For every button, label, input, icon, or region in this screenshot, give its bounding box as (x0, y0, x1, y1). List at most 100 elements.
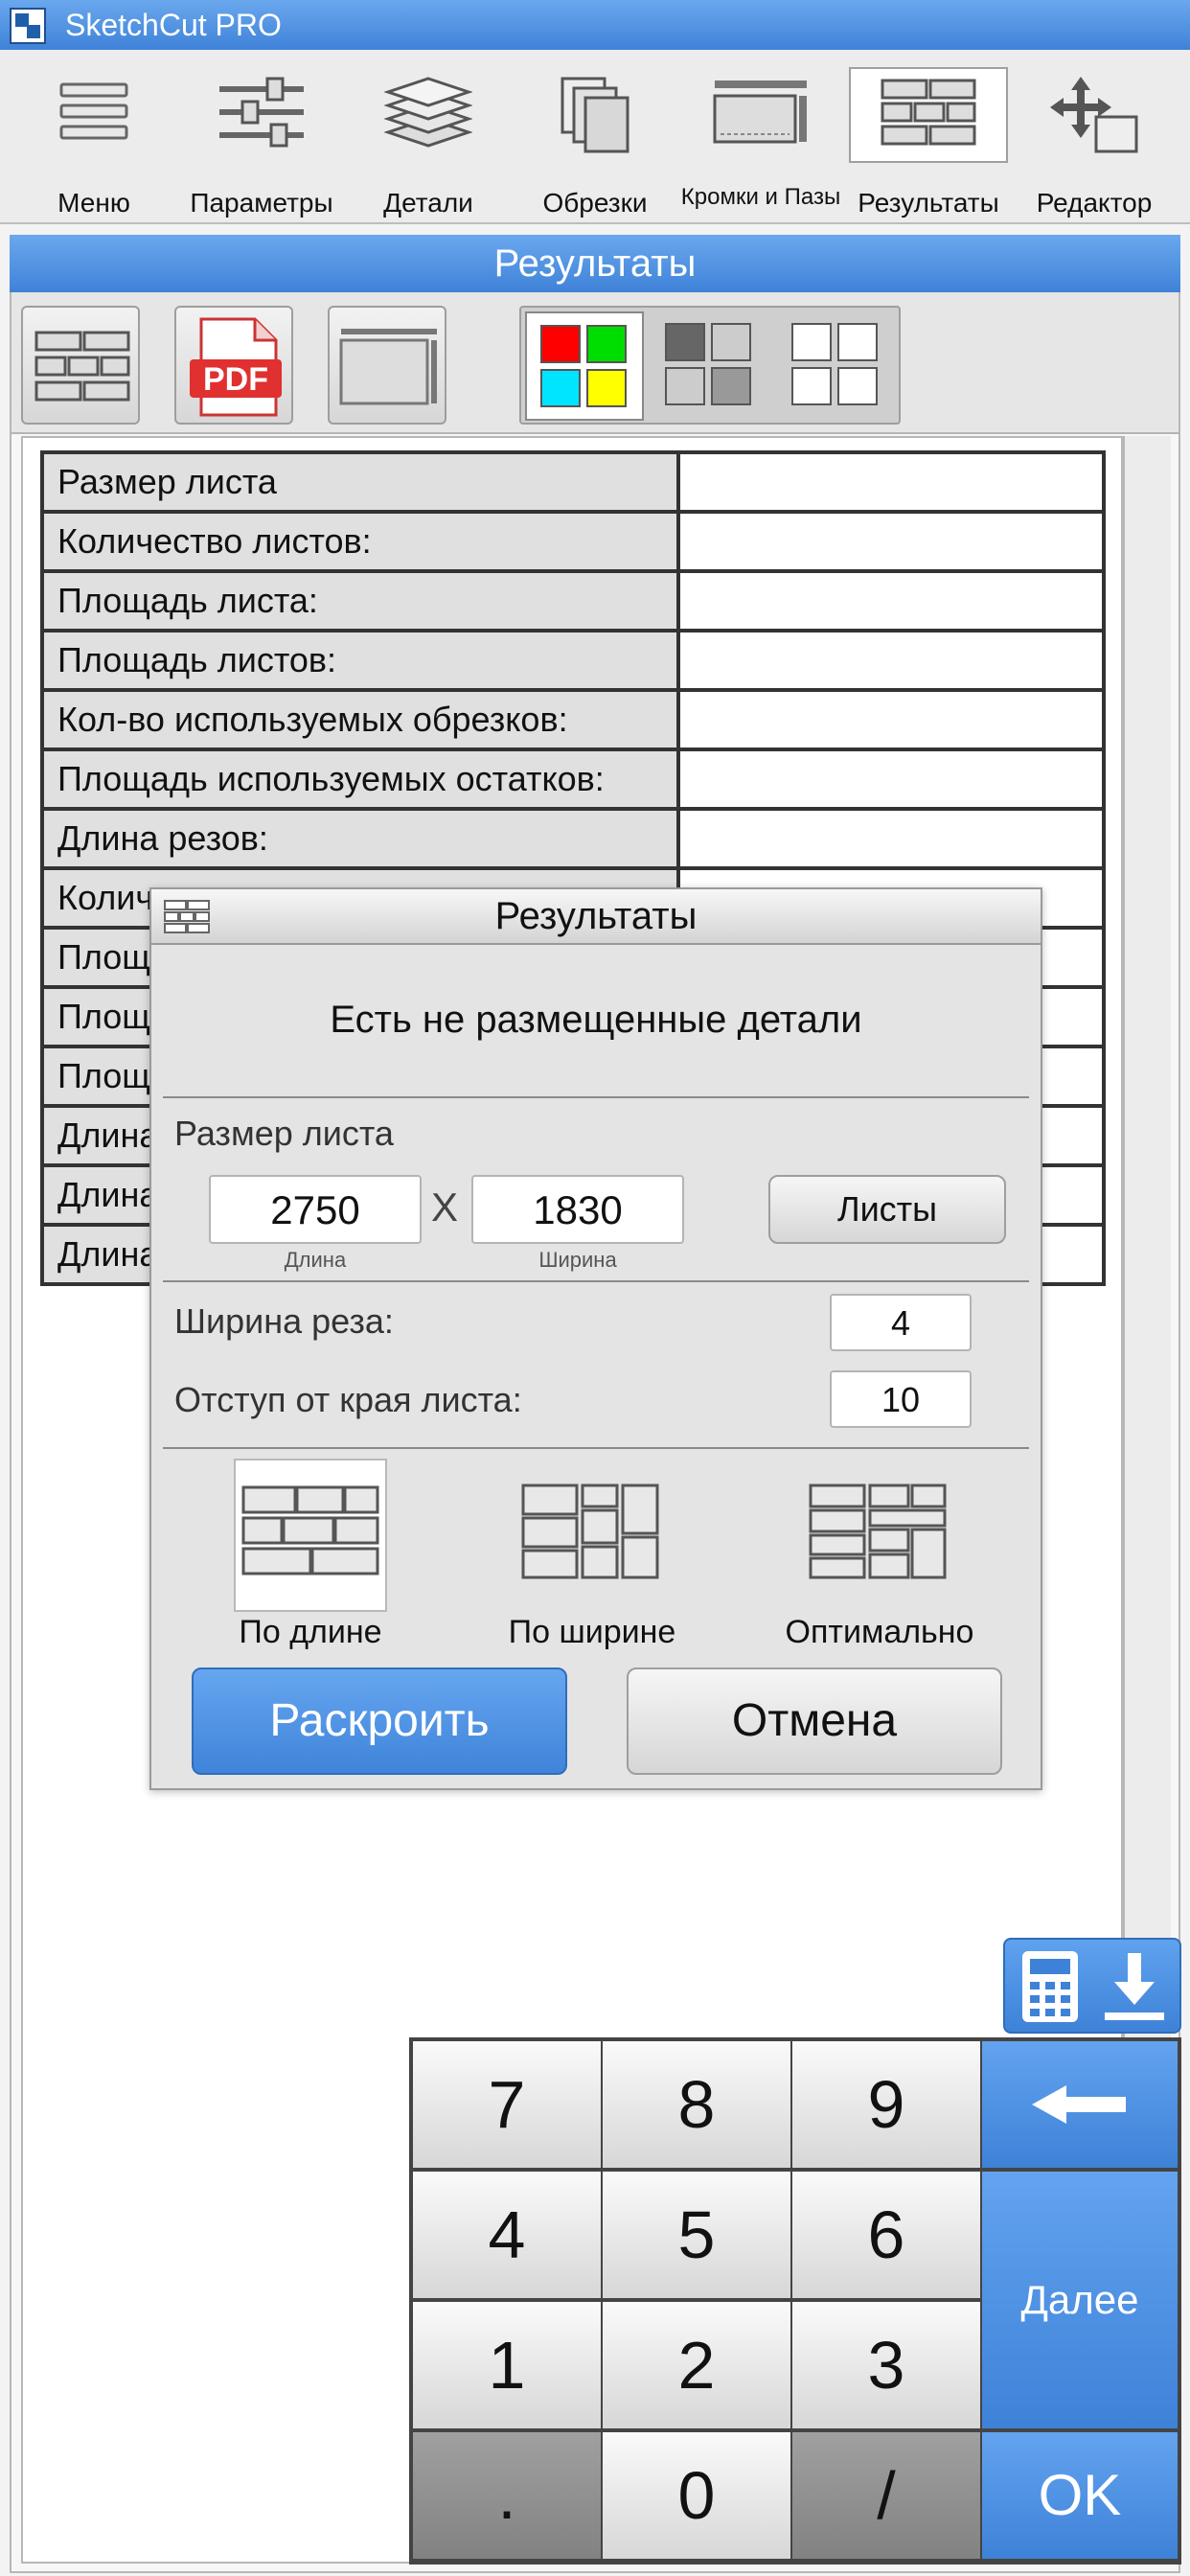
table-row: Площадь используемых остатков: (40, 748, 1106, 811)
color-mode-group (519, 306, 901, 425)
divider (163, 1096, 1029, 1098)
divider (163, 1447, 1029, 1449)
layout-optimal-icon (809, 1484, 947, 1579)
cutting-layout-icon (164, 900, 210, 933)
grey-block (711, 323, 751, 361)
cancel-button[interactable]: Отмена (627, 1668, 1002, 1775)
main-toolbar: Меню Параметры Детали Обрезки Кромки и П… (0, 50, 1190, 224)
mode-optimal[interactable] (803, 1459, 956, 1612)
app-logo-icon (10, 8, 46, 44)
row-label: Кол-во используемых обрезков: (40, 688, 680, 751)
toolbar-item-details[interactable]: Детали (364, 67, 492, 218)
cutting-layout-icon (881, 79, 976, 146)
results-dialog: Результаты Есть не размещенные детали Ра… (149, 887, 1042, 1790)
key-dot[interactable]: . (413, 2432, 601, 2559)
key-8[interactable]: 8 (603, 2041, 790, 2168)
sheet-width-input[interactable]: 1830 (471, 1175, 684, 1244)
toolbar-item-parameters[interactable]: Параметры (182, 67, 341, 218)
toolbar-item-label: Обрезки (542, 188, 648, 218)
pdf-export-button[interactable]: PDF (174, 306, 293, 425)
toolbar-item-label: Меню (57, 188, 130, 218)
key-9[interactable]: 9 (792, 2041, 980, 2168)
toolbar-item-label: Параметры (190, 188, 333, 218)
title-bar: SketchCut PRO (0, 0, 1190, 50)
sheets-button[interactable]: Листы (768, 1175, 1006, 1244)
key-1[interactable]: 1 (413, 2302, 601, 2428)
kerf-label: Ширина реза: (174, 1301, 394, 1341)
key-slash[interactable]: / (792, 2432, 980, 2559)
toolbar-item-label: Детали (383, 188, 473, 218)
layers-stack-icon (384, 77, 472, 148)
sheet-length-input[interactable]: 2750 (209, 1175, 422, 1244)
numeric-keypad: 7 8 9 4 5 6 Далее 1 2 3 . 0 / OK (409, 2037, 1181, 2564)
cut-button[interactable]: Раскроить (192, 1668, 567, 1775)
toolbar-item-edges[interactable]: Кромки и Пазы (678, 67, 843, 218)
toolbar-item-editor[interactable]: Редактор (1027, 67, 1161, 218)
width-caption: Ширина (538, 1248, 617, 1272)
key-5[interactable]: 5 (603, 2172, 790, 2298)
grey-block (665, 367, 705, 405)
backspace-key[interactable] (982, 2041, 1178, 2168)
key-2[interactable]: 2 (603, 2302, 790, 2428)
mode-label: Оптимально (785, 1614, 974, 1650)
table-row: Длина резов: (40, 807, 1106, 870)
sheet-edge-icon (339, 329, 437, 405)
table-row: Площадь листа: (40, 569, 1106, 632)
edge-panel-icon (713, 80, 807, 144)
ok-key[interactable]: OK (982, 2432, 1178, 2559)
divider (163, 1280, 1029, 1282)
toolbar-item-offcuts[interactable]: Обрезки (531, 67, 659, 218)
row-value (676, 748, 1106, 811)
row-value (676, 807, 1106, 870)
mode-by-width[interactable] (515, 1459, 669, 1612)
dialog-title: Результаты (151, 889, 1041, 945)
download-arrow-icon (1105, 1953, 1164, 2020)
color-mode-full-color[interactable] (525, 311, 644, 421)
row-label: Площадь листа: (40, 569, 680, 632)
kerf-input[interactable]: 4 (830, 1294, 972, 1351)
margin-input[interactable]: 10 (830, 1370, 972, 1428)
app-title: SketchCut PRO (65, 8, 282, 42)
toolbar-item-label: Редактор (1036, 188, 1153, 218)
move-arrows-icon (1050, 77, 1138, 153)
row-value (676, 629, 1106, 692)
backspace-arrow-icon (1032, 2085, 1126, 2124)
results-toolbar: PDF (11, 292, 1179, 434)
cutting-layout-icon (34, 331, 130, 402)
white-block (791, 367, 832, 405)
key-6[interactable]: 6 (792, 2172, 980, 2298)
yellow-block (586, 369, 627, 407)
toolbar-item-menu[interactable]: Меню (29, 67, 159, 218)
key-3[interactable]: 3 (792, 2302, 980, 2428)
layout-by-width-icon (521, 1484, 659, 1579)
key-7[interactable]: 7 (413, 2041, 601, 2168)
color-mode-grey[interactable] (652, 311, 770, 421)
row-value (676, 510, 1106, 573)
toolbar-item-results[interactable]: Результаты (849, 67, 1008, 218)
stacked-sheets-icon (561, 77, 629, 153)
row-label: Площадь используемых остатков: (40, 748, 680, 811)
key-0[interactable]: 0 (603, 2432, 790, 2559)
calculator-toggle-button[interactable] (1003, 1938, 1181, 2034)
row-label: Количество листов: (40, 510, 680, 573)
table-row: Количество листов: (40, 510, 1106, 573)
red-block (540, 325, 581, 363)
row-value (676, 688, 1106, 751)
mode-by-length[interactable] (234, 1459, 387, 1612)
color-mode-white[interactable] (778, 311, 897, 421)
sheet-view-button[interactable] (328, 306, 446, 425)
next-key[interactable]: Далее (982, 2172, 1178, 2428)
sheet-size-label: Размер листа (174, 1114, 394, 1153)
white-block (791, 323, 832, 361)
pdf-icon: PDF (190, 317, 282, 417)
grey-block (711, 367, 751, 405)
layout-view-button[interactable] (21, 306, 140, 425)
dialog-message: Есть не размещенные детали (330, 999, 862, 1041)
hamburger-menu-icon (59, 82, 128, 140)
cyan-block (540, 369, 581, 407)
row-value (676, 450, 1106, 514)
key-4[interactable]: 4 (413, 2172, 601, 2298)
length-caption: Длина (284, 1248, 347, 1272)
grey-block (665, 323, 705, 361)
table-row: Площадь листов: (40, 629, 1106, 692)
